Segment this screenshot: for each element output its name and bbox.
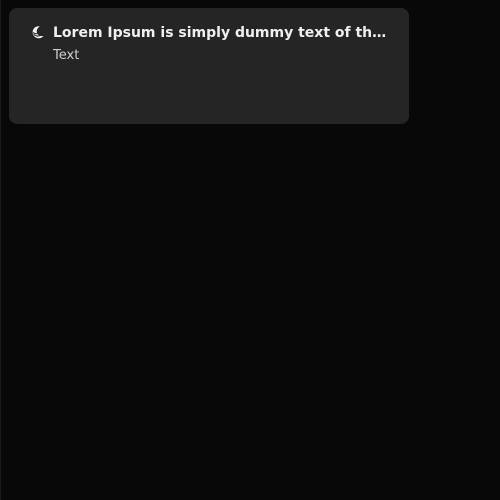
screen-edge <box>0 0 1 500</box>
moon-icon <box>32 26 44 39</box>
notification-card[interactable]: Lorem Ipsum is simply dummy text of the … <box>9 8 409 124</box>
notification-body: Text <box>53 48 80 63</box>
notification-title: Lorem Ipsum is simply dummy text of the … <box>53 25 389 41</box>
desktop-background: Lorem Ipsum is simply dummy text of the … <box>0 0 500 500</box>
